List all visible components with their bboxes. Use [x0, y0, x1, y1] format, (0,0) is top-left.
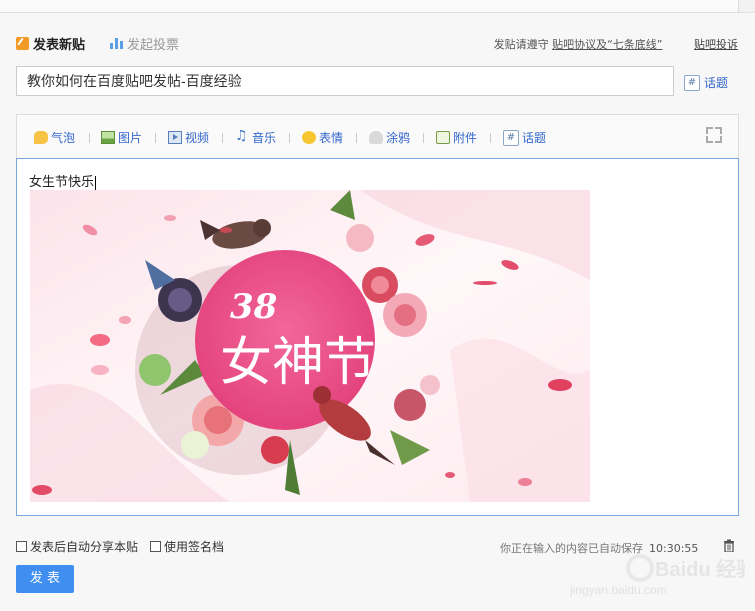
bar-chart-icon	[110, 37, 123, 50]
toolbar-video-label: 视频	[185, 131, 210, 145]
topic-button[interactable]: # 话题	[684, 74, 728, 91]
toolbar-emoji-label: 表情	[319, 131, 344, 145]
top-strip	[0, 0, 755, 13]
editor-content-area[interactable]: 女生节快乐 38 女神节	[16, 158, 739, 516]
toolbar-topic-label: 话题	[522, 131, 547, 145]
attachment-icon	[436, 131, 450, 144]
auto-share-label: 发表后自动分享本贴	[30, 540, 139, 554]
topic-label: 话题	[704, 76, 729, 90]
publish-button[interactable]: 发 表	[16, 565, 74, 593]
toolbar-picture-label: 图片	[118, 131, 143, 145]
toolbar-music[interactable]: 音乐	[235, 128, 277, 146]
toolbar-divider	[490, 133, 491, 143]
tab-new-post-label: 发表新贴	[33, 38, 86, 53]
watermark-url: jingyan.baidu.com	[570, 583, 667, 597]
previous-panel-edge	[0, 0, 739, 13]
toolbar-divider	[222, 133, 223, 143]
music-note-icon	[235, 128, 249, 144]
toolbar-bubble-label: 气泡	[51, 131, 76, 145]
video-icon	[168, 131, 182, 144]
picture-icon	[101, 131, 115, 144]
toolbar-attachment-label: 附件	[453, 131, 478, 145]
toolbar-divider	[155, 133, 156, 143]
toolbar-divider	[356, 133, 357, 143]
toolbar-picture[interactable]: 图片	[101, 129, 142, 146]
signature-option[interactable]: 使用签名档	[150, 538, 224, 555]
agreement-link[interactable]: 贴吧协议及“七条底线”	[552, 38, 662, 51]
banner-number: 38	[230, 287, 277, 327]
hash-icon: #	[503, 129, 519, 146]
hash-icon: #	[684, 74, 700, 91]
tab-start-vote-label: 发起投票	[127, 38, 180, 53]
editor-toolbar: 气泡 图片 视频 音乐 表情 涂鸦 附件	[16, 114, 739, 159]
toolbar-graffiti-label: 涂鸦	[386, 131, 411, 145]
pencil-icon	[16, 37, 29, 50]
toolbar-emoji[interactable]: 表情	[302, 129, 343, 146]
tab-new-post[interactable]: 发表新贴	[16, 34, 85, 53]
toolbar-attachment[interactable]: 附件	[436, 129, 477, 146]
text-caret	[95, 175, 97, 190]
post-editor: 气泡 图片 视频 音乐 表情 涂鸦 附件	[16, 114, 739, 516]
toolbar-bubble[interactable]: 气泡	[34, 129, 75, 146]
toolbar-graffiti[interactable]: 涂鸦	[369, 129, 410, 146]
tab-start-vote[interactable]: 发起投票	[110, 34, 179, 53]
signature-label: 使用签名档	[164, 540, 225, 554]
complain-link[interactable]: 贴吧投诉	[694, 38, 738, 51]
signature-checkbox[interactable]	[150, 541, 162, 552]
smiley-icon	[302, 131, 316, 144]
auto-share-checkbox[interactable]	[16, 541, 27, 552]
womens-day-banner-image: 38 女神节	[30, 190, 590, 502]
toolbar-divider	[423, 133, 424, 143]
speech-bubble-icon	[34, 131, 48, 144]
toolbar-divider	[289, 133, 290, 143]
fullscreen-icon[interactable]	[706, 127, 722, 143]
toolbar-video[interactable]: 视频	[168, 129, 209, 146]
brush-icon	[369, 131, 383, 144]
banner-title: 女神节	[220, 333, 376, 393]
baidu-jingyan-watermark: Baidu 经验 jingyan.baidu.com	[570, 554, 745, 597]
post-title-input[interactable]: 教你如何在百度贴吧发帖-百度经验	[16, 66, 674, 96]
editor-text: 女生节快乐	[29, 171, 97, 190]
banner-artwork: 38 女神节	[30, 190, 590, 502]
notice-prefix: 发贴请遵守	[493, 38, 549, 51]
toolbar-topic[interactable]: # 话题	[503, 129, 546, 146]
auto-share-option[interactable]: 发表后自动分享本贴	[16, 538, 138, 555]
toolbar-divider	[89, 133, 90, 143]
posting-notice: 发贴请遵守 贴吧协议及“七条底线” 贴吧投诉	[494, 36, 738, 52]
editor-body-text: 女生节快乐	[29, 174, 95, 189]
watermark-brand: Baidu 经验	[655, 557, 745, 581]
toolbar-music-label: 音乐	[252, 131, 277, 145]
post-options: 发表后自动分享本贴 使用签名档	[16, 538, 224, 555]
